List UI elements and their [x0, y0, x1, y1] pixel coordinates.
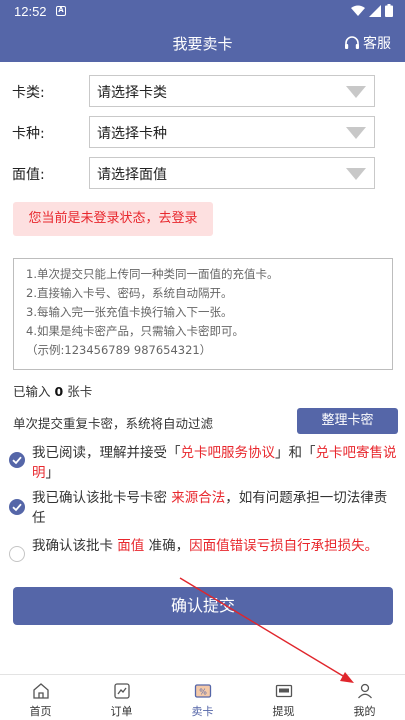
- dropdown-arrow-icon: [346, 127, 366, 139]
- service-agreement-link[interactable]: 兑卡吧服务协议: [181, 445, 276, 461]
- instruction-example: （示例:123456789 987654321）: [26, 343, 212, 357]
- headset-icon: [345, 36, 359, 49]
- checkbox-terms[interactable]: [9, 452, 25, 468]
- instruction-line: 2.直接输入卡号、密码，系统自动隔开。: [26, 286, 233, 300]
- tab-home[interactable]: 首页: [0, 675, 81, 720]
- tab-label: 卖卡: [191, 705, 214, 718]
- checkbox-face-value[interactable]: [9, 546, 25, 562]
- agreement-text: 我确认该批卡: [32, 538, 118, 554]
- dedupe-hint: 单次提交重复卡密，系统将自动过滤: [13, 416, 214, 431]
- signal-icon: [369, 4, 381, 17]
- card-type-select[interactable]: 请选择卡类: [89, 75, 375, 107]
- tab-orders[interactable]: 订单: [81, 675, 162, 720]
- agreement-source-text: 我已确认该批卡号卡密 来源合法，如有问题承担一切法律责任: [32, 488, 397, 528]
- tab-profile[interactable]: 我的: [324, 675, 405, 720]
- face-value-row: 面值: 请选择面值: [0, 157, 405, 191]
- agreement-text: 我已阅读，理解并接受「: [32, 445, 181, 461]
- entered-suffix: 张卡: [67, 384, 93, 399]
- card-input-textarea[interactable]: 1.单次提交只能上传同一种类同一面值的充值卡。 2.直接输入卡号、密码，系统自动…: [13, 258, 393, 370]
- agreement-terms-text: 我已阅读，理解并接受「兑卡吧服务协议」和「兑卡吧寄售说明」: [32, 443, 397, 483]
- notification-app-icon: A: [56, 6, 66, 16]
- checkbox-source[interactable]: [9, 499, 25, 515]
- tab-label: 我的: [353, 705, 376, 718]
- instruction-line: 3.每输入完一张充值卡换行输入下一张。: [26, 305, 233, 319]
- order-icon: [113, 683, 130, 699]
- dropdown-arrow-icon: [346, 168, 366, 180]
- dropdown-arrow-icon: [346, 86, 366, 98]
- login-notice-link[interactable]: 您当前是未登录状态，去登录: [13, 202, 213, 236]
- sell-card-icon: %: [194, 684, 211, 698]
- check-icon: [12, 503, 22, 512]
- card-kind-row: 卡种: 请选择卡种: [0, 116, 405, 150]
- entered-count: 已输入 0 张卡: [13, 381, 92, 400]
- loss-responsibility-highlight: 因面值错误亏损自行承担损失。: [189, 538, 379, 554]
- profile-icon: [357, 683, 372, 699]
- withdraw-icon: [275, 684, 292, 698]
- tab-label: 订单: [110, 705, 133, 718]
- battery-icon: [385, 4, 393, 17]
- submit-button[interactable]: 确认提交: [13, 587, 393, 625]
- customer-service-button[interactable]: 客服: [344, 33, 391, 53]
- agreement-face-value-text: 我确认该批卡 面值 准确，因面值错误亏损自行承担损失。: [32, 536, 397, 556]
- card-kind-value: 请选择卡种: [97, 126, 167, 142]
- check-icon: [12, 456, 22, 465]
- tab-label: 提现: [272, 705, 295, 718]
- tab-sell-card[interactable]: % 卖卡: [162, 675, 243, 720]
- card-kind-label: 卡种:: [12, 126, 45, 142]
- agreement-text: 准确，: [144, 538, 190, 554]
- status-time: 12:52: [14, 4, 47, 19]
- card-type-label: 卡类:: [12, 85, 45, 101]
- card-kind-select[interactable]: 请选择卡种: [89, 116, 375, 148]
- bottom-tab-bar: 首页 订单 % 卖卡 提现 我的: [0, 674, 405, 720]
- face-value-value: 请选择面值: [97, 167, 167, 183]
- entered-number: 0: [54, 384, 64, 399]
- entered-prefix: 已输入: [13, 384, 51, 399]
- system-icons: [351, 4, 393, 17]
- agreement-text: 」和「: [275, 445, 316, 461]
- customer-service-label: 客服: [363, 36, 391, 52]
- agreement-text: 我已确认该批卡号卡密: [32, 490, 172, 506]
- tab-label: 首页: [29, 705, 52, 718]
- status-bar: 12:52 A: [0, 0, 405, 24]
- face-value-label: 面值:: [12, 167, 45, 183]
- card-type-row: 卡类: 请选择卡类: [0, 75, 405, 109]
- face-value-select[interactable]: 请选择面值: [89, 157, 375, 189]
- wifi-icon: [351, 5, 365, 16]
- agreement-text: 」: [45, 465, 60, 481]
- instruction-line: 4.如果是纯卡密产品，只需输入卡密即可。: [26, 324, 244, 338]
- face-value-highlight: 面值: [117, 538, 145, 554]
- card-type-value: 请选择卡类: [97, 85, 167, 101]
- svg-text:%: %: [199, 688, 207, 697]
- tidy-cards-button[interactable]: 整理卡密: [297, 408, 398, 434]
- instruction-line: 1.单次提交只能上传同一种类同一面值的充值卡。: [26, 267, 279, 281]
- title-bar: 我要卖卡 客服: [0, 24, 405, 62]
- home-icon: [32, 683, 49, 699]
- tab-withdraw[interactable]: 提现: [243, 675, 324, 720]
- legal-source-highlight: 来源合法: [171, 490, 226, 506]
